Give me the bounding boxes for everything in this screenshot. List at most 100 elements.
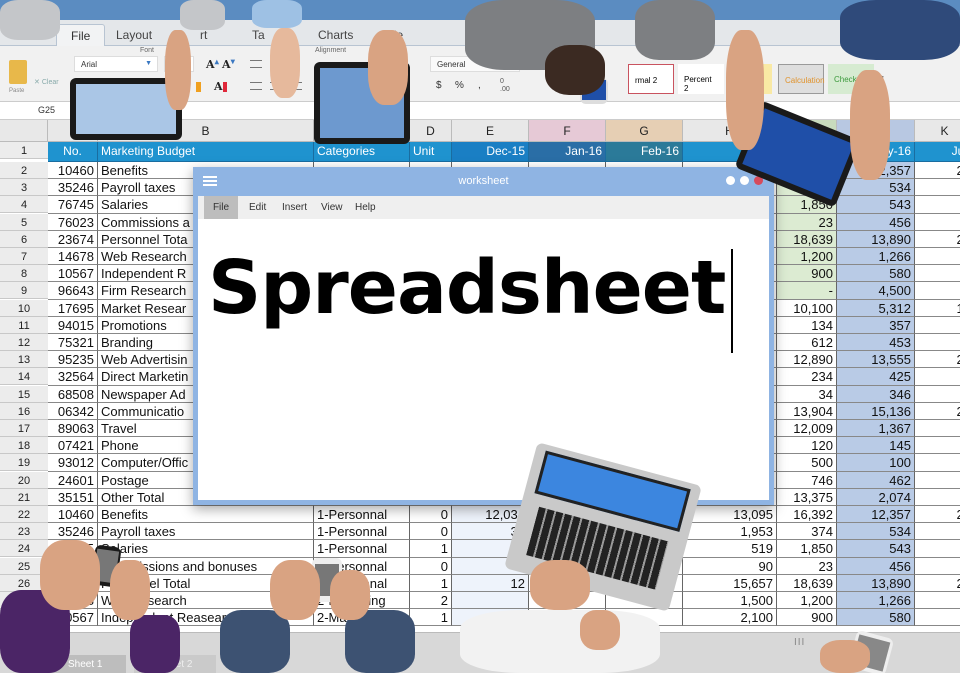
table-cell[interactable]: 234 <box>777 368 837 386</box>
row-header[interactable]: 3 <box>0 179 48 197</box>
column-header[interactable]: G <box>606 120 683 142</box>
table-cell[interactable]: 1-Personnal <box>314 506 410 524</box>
percent-button[interactable]: % <box>455 80 464 91</box>
table-cell[interactable]: 35246 <box>48 523 98 541</box>
style-normal-2[interactable]: rmal 2 <box>628 64 674 94</box>
header-cell[interactable]: Unit <box>410 142 452 162</box>
row-header[interactable]: 19 <box>0 454 48 472</box>
table-cell[interactable]: 900 <box>777 609 837 627</box>
row-header[interactable]: 2 <box>0 162 48 179</box>
table-cell[interactable] <box>915 540 960 558</box>
table-cell[interactable]: 93012 <box>48 454 98 472</box>
table-cell[interactable]: 10,100 <box>777 299 837 317</box>
table-cell[interactable]: 746 <box>777 471 837 489</box>
table-cell[interactable] <box>915 334 960 352</box>
table-cell[interactable]: 23 <box>777 213 837 231</box>
table-cell[interactable]: 94015 <box>48 316 98 334</box>
align-top-icon[interactable] <box>250 60 262 68</box>
table-cell[interactable]: 10 <box>915 299 960 317</box>
table-cell[interactable]: 12,890 <box>777 351 837 369</box>
table-cell[interactable]: 145 <box>837 437 915 455</box>
table-cell[interactable]: 6 <box>915 282 960 300</box>
row-header[interactable]: 22 <box>0 506 48 523</box>
window-content-area[interactable]: Spreadsheet <box>198 219 769 500</box>
table-cell[interactable] <box>915 471 960 489</box>
row-header[interactable]: 20 <box>0 471 48 489</box>
table-cell[interactable]: 13,890 <box>837 230 915 248</box>
table-cell[interactable]: 96643 <box>48 282 98 300</box>
table-cell[interactable]: 580 <box>837 609 915 627</box>
fill-color-icon[interactable] <box>196 82 201 92</box>
maximize-dot-icon[interactable] <box>740 176 749 185</box>
row-header[interactable]: 14 <box>0 368 48 386</box>
table-cell[interactable]: 23 <box>777 557 837 575</box>
table-cell[interactable] <box>915 385 960 403</box>
table-cell[interactable]: 134 <box>777 316 837 334</box>
table-cell[interactable]: 76023 <box>48 213 98 231</box>
table-cell[interactable]: 23674 <box>48 230 98 248</box>
name-box[interactable]: G25 <box>0 102 70 120</box>
table-cell[interactable]: 1-Personnal <box>314 523 410 541</box>
decrease-font-icon[interactable]: A▼ <box>222 58 235 71</box>
table-cell[interactable]: 543 <box>837 540 915 558</box>
table-cell[interactable]: 534 <box>837 179 915 197</box>
table-cell[interactable]: 100 <box>837 454 915 472</box>
table-cell[interactable]: 25 <box>915 230 960 248</box>
row-header[interactable]: 21 <box>0 488 48 506</box>
row-header[interactable]: 6 <box>0 230 48 248</box>
table-cell[interactable]: 1 <box>410 574 452 592</box>
header-cell[interactable]: Jun <box>915 142 960 162</box>
table-cell[interactable]: 1,953 <box>683 523 777 541</box>
row-header[interactable]: 16 <box>0 402 48 420</box>
row-header[interactable]: 13 <box>0 351 48 369</box>
table-cell[interactable]: 13,095 <box>683 506 777 524</box>
table-cell[interactable]: 07421 <box>48 437 98 455</box>
font-color-icon[interactable]: A <box>214 80 227 93</box>
column-header[interactable]: K <box>915 120 960 142</box>
table-cell[interactable]: 357 <box>837 316 915 334</box>
column-header[interactable]: D <box>410 120 452 142</box>
tab-charts[interactable]: Charts <box>304 24 367 46</box>
table-cell[interactable]: 16,392 <box>777 506 837 524</box>
row-header[interactable]: 1 <box>0 142 48 159</box>
table-cell[interactable]: 34 <box>777 385 837 403</box>
table-cell[interactable]: 4 <box>915 609 960 627</box>
row-header[interactable]: 7 <box>0 248 48 265</box>
table-cell[interactable]: 346 <box>837 385 915 403</box>
table-cell[interactable]: - <box>777 282 837 300</box>
minimize-dot-icon[interactable] <box>726 176 735 185</box>
row-header[interactable]: 23 <box>0 523 48 541</box>
column-header[interactable]: E <box>452 120 529 142</box>
align-left-icon[interactable] <box>250 82 262 90</box>
table-cell[interactable]: Payroll taxes <box>98 523 314 541</box>
table-cell[interactable]: 10460 <box>48 162 98 180</box>
table-cell[interactable]: 18,639 <box>777 230 837 248</box>
table-cell[interactable]: 13,904 <box>777 402 837 420</box>
table-cell[interactable]: 68508 <box>48 385 98 403</box>
table-cell[interactable]: 20 <box>915 506 960 524</box>
currency-button[interactable]: $ <box>436 80 442 91</box>
table-cell[interactable]: 1,200 <box>777 592 837 610</box>
table-cell[interactable]: 500 <box>777 454 837 472</box>
table-cell[interactable]: 89063 <box>48 420 98 438</box>
row-header[interactable]: 9 <box>0 282 48 300</box>
table-cell[interactable]: 1,850 <box>777 540 837 558</box>
header-cell[interactable]: Marketing Budget <box>98 142 314 162</box>
table-cell[interactable] <box>915 213 960 231</box>
decimal-button[interactable]: 0 .00 <box>500 78 510 94</box>
table-cell[interactable]: Salaries <box>98 540 314 558</box>
clear-button[interactable]: ✕ Clear <box>34 78 59 86</box>
table-cell[interactable] <box>915 557 960 575</box>
table-cell[interactable]: Benefits <box>98 506 314 524</box>
table-cell[interactable] <box>915 420 960 438</box>
table-cell[interactable]: 12 <box>452 574 529 592</box>
table-cell[interactable]: 1 <box>915 488 960 506</box>
menu-edit[interactable]: Edit <box>241 196 274 219</box>
table-cell[interactable]: 17695 <box>48 299 98 317</box>
row-header[interactable]: 15 <box>0 385 48 403</box>
table-cell[interactable]: 76745 <box>48 196 98 214</box>
table-cell[interactable]: 580 <box>837 265 915 283</box>
table-cell[interactable]: 25 <box>915 574 960 592</box>
menu-help[interactable]: Help <box>347 196 384 219</box>
header-cell[interactable]: Feb-16 <box>606 142 683 162</box>
